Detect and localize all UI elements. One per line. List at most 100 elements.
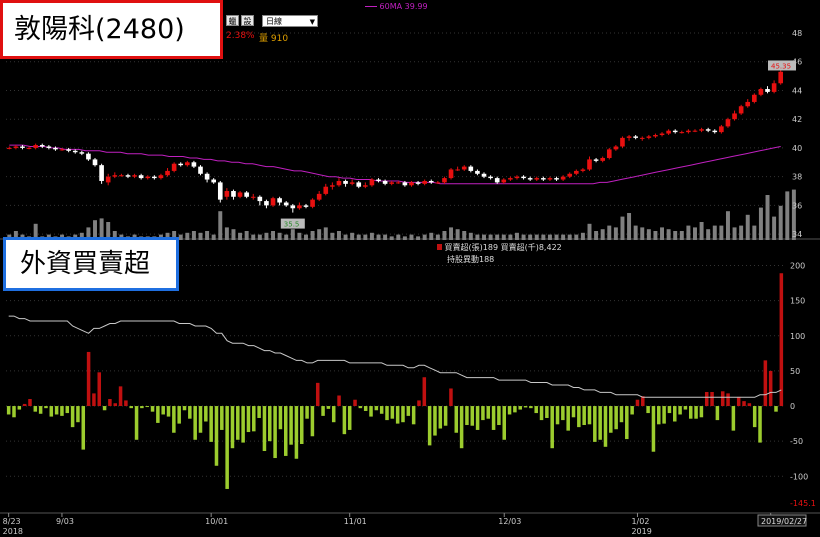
volume-bar <box>376 234 381 240</box>
flow-bar <box>342 406 347 435</box>
flow-bar <box>209 406 213 442</box>
flow-bar <box>299 406 304 444</box>
candle-body <box>270 198 276 206</box>
candle-body <box>435 182 441 184</box>
flow-bar <box>529 406 533 409</box>
price-tick-label: 42 <box>792 115 802 124</box>
volume-bar <box>646 229 651 240</box>
candle-body <box>363 185 368 187</box>
flow-bar <box>475 406 480 430</box>
price-tick-label: 44 <box>792 86 802 95</box>
candle-body <box>745 101 751 107</box>
flow-bar <box>390 406 395 419</box>
volume-bar <box>185 232 190 240</box>
candle-body <box>79 152 85 154</box>
flow-bar <box>6 406 11 415</box>
flow-bar <box>651 406 656 452</box>
volume-bar <box>475 234 480 240</box>
ma60-path <box>9 144 781 185</box>
x-tick-label: 11/01 <box>344 517 367 526</box>
candle-body <box>712 130 718 133</box>
flow-bar <box>454 406 459 433</box>
candle-type-button[interactable]: 蠟 <box>226 15 239 26</box>
candle-body <box>138 175 144 179</box>
flow-bar <box>12 406 16 418</box>
candle-body <box>395 182 401 184</box>
volume-bar <box>231 229 236 240</box>
candle-body <box>692 130 698 132</box>
flow-bar <box>491 406 496 430</box>
flow-bar <box>758 406 762 443</box>
flow-bar <box>427 406 432 446</box>
candle-body <box>461 166 467 170</box>
flow-bar <box>678 406 682 415</box>
settings-button[interactable]: 設 <box>241 15 254 26</box>
flow-bar <box>268 406 272 442</box>
candle-body <box>231 191 236 197</box>
candle-body <box>13 146 19 148</box>
volume-bar <box>488 234 493 240</box>
candle-body <box>217 182 223 200</box>
flow-min-label: -145.1 <box>790 499 816 508</box>
volume-bar <box>587 223 592 240</box>
flow-bar <box>102 406 107 411</box>
candle-body <box>672 130 678 133</box>
flow-bar <box>774 406 778 412</box>
flow-bar <box>438 406 443 429</box>
flow-bar <box>459 406 464 449</box>
candle-body <box>46 146 52 148</box>
candle-body <box>765 89 770 92</box>
candle-body <box>26 147 32 149</box>
volume-bar <box>402 236 407 240</box>
candle-body <box>758 89 764 95</box>
volume-bar <box>534 234 539 240</box>
candle-body <box>613 146 619 150</box>
candle-body <box>125 175 131 177</box>
price-grid <box>0 32 820 240</box>
flow-bar <box>625 406 629 440</box>
candle-body <box>778 71 784 84</box>
flow-bar <box>582 406 586 426</box>
flow-bar <box>33 406 38 412</box>
volume-bar <box>739 225 744 240</box>
candle-body <box>376 179 381 181</box>
candle-body <box>560 176 566 180</box>
flow-bar <box>145 406 149 408</box>
candle-body <box>554 178 559 180</box>
candle-body <box>356 182 362 187</box>
flow-bar <box>385 406 389 421</box>
volume-bar <box>442 231 447 240</box>
flow-tick-label: 100 <box>790 332 805 341</box>
period-select[interactable]: 日線 ▼ <box>262 15 318 27</box>
volume-bar <box>205 231 210 240</box>
volume-bar <box>580 232 585 240</box>
volume-bar <box>284 234 289 240</box>
flow-bar <box>353 399 357 407</box>
flow-bar <box>129 406 133 409</box>
candle-body <box>699 129 704 131</box>
flow-bar <box>518 406 522 410</box>
candle-body <box>527 178 533 180</box>
volume-bar <box>712 225 717 240</box>
flow-bar <box>497 406 501 426</box>
flow-bar <box>177 406 181 424</box>
volume-readout: 量 910 <box>259 34 289 44</box>
x-tick-label: 10/01 <box>205 517 228 526</box>
volume-bar <box>251 234 256 240</box>
flow-bar <box>614 406 618 430</box>
flow-bar <box>246 406 251 433</box>
price-tick-label: 38 <box>792 173 802 182</box>
price-tick-label: 48 <box>792 29 802 38</box>
volume-bar <box>666 229 671 240</box>
volume-bar <box>178 234 183 240</box>
flow-bar <box>577 406 581 428</box>
flow-bar <box>278 406 283 430</box>
price-tick-label: 40 <box>792 144 802 153</box>
candle-body <box>686 130 691 133</box>
volume-bar <box>297 232 302 240</box>
volume-bar <box>686 225 691 240</box>
candle-body <box>382 180 388 184</box>
volume-bar <box>765 195 770 240</box>
volume-bar <box>277 232 282 240</box>
volume-bar <box>198 232 203 240</box>
